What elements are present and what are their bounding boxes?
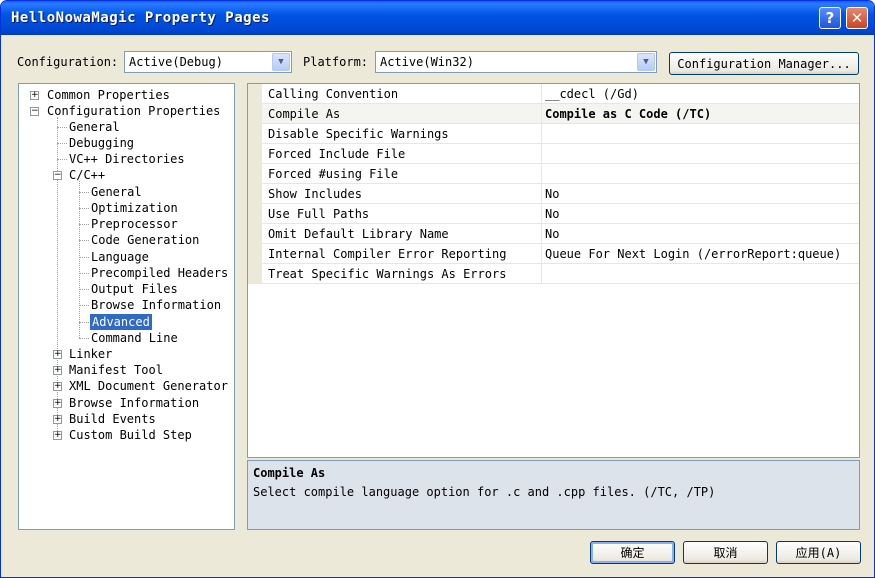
property-value[interactable]: No <box>545 207 559 221</box>
configuration-value: Active(Debug) <box>129 55 223 69</box>
tree-item-debugging[interactable]: Debugging <box>69 135 134 151</box>
close-button[interactable]: ✕ <box>846 7 868 29</box>
ok-button[interactable]: 确定 <box>590 541 675 564</box>
property-name: Disable Specific Warnings <box>268 127 449 141</box>
chevron-down-icon[interactable]: ▼ <box>637 53 655 71</box>
property-grid[interactable]: Calling Convention __cdecl (/Gd) Compile… <box>247 83 860 458</box>
property-row[interactable]: Calling Convention __cdecl (/Gd) <box>248 84 859 104</box>
tree-item-configuration-properties[interactable]: Configuration Properties <box>47 103 220 119</box>
tree-connector <box>79 305 89 306</box>
property-pages-window: HelloNowaMagic Property Pages ? ✕ Config… <box>0 0 875 578</box>
help-button[interactable]: ? <box>819 7 841 29</box>
property-tree[interactable]: + Common Properties − Configuration Prop… <box>18 83 235 530</box>
expand-plus-icon[interactable]: + <box>53 366 62 375</box>
tree-item-general[interactable]: General <box>69 119 120 135</box>
tree-item-xml-document-generator[interactable]: XML Document Generator <box>69 378 228 394</box>
tree-item-command-line[interactable]: Command Line <box>91 330 178 346</box>
expand-plus-icon[interactable]: + <box>53 350 62 359</box>
tree-item-common-properties[interactable]: Common Properties <box>47 87 170 103</box>
expand-plus-icon[interactable]: + <box>53 399 62 408</box>
platform-label: Platform: <box>303 55 369 69</box>
title-bar[interactable]: HelloNowaMagic Property Pages ? ✕ <box>1 1 874 35</box>
description-panel: Compile As Select compile language optio… <box>247 460 860 530</box>
tree-item-advanced[interactable]: Advanced <box>90 314 152 330</box>
collapse-minus-icon[interactable]: − <box>30 107 39 116</box>
tree-item-language[interactable]: Language <box>91 249 149 265</box>
property-row-selected[interactable]: Compile As Compile as C Code (/TC) <box>248 104 859 124</box>
collapse-minus-icon[interactable]: − <box>53 171 62 180</box>
tree-connector <box>57 159 67 160</box>
expand-plus-icon[interactable]: + <box>53 431 62 440</box>
apply-button[interactable]: 应用(A) <box>776 541 861 564</box>
window-title: HelloNowaMagic Property Pages <box>11 10 270 26</box>
tree-item-output-files[interactable]: Output Files <box>91 281 178 297</box>
tree-connector <box>79 224 89 225</box>
question-icon: ? <box>825 9 835 27</box>
tree-item-vc-directories[interactable]: VC++ Directories <box>69 151 185 167</box>
tree-connector <box>79 338 89 339</box>
tree-connector <box>79 192 89 193</box>
property-value[interactable]: Queue For Next Login (/errorReport:queue… <box>545 247 841 261</box>
property-row[interactable]: Forced #using File <box>248 164 859 184</box>
property-name: Omit Default Library Name <box>268 227 449 241</box>
property-value[interactable]: Compile as C Code (/TC) <box>545 107 711 121</box>
tree-connector <box>57 127 67 128</box>
tree-item-optimization[interactable]: Optimization <box>91 200 178 216</box>
property-row[interactable]: Forced Include File <box>248 144 859 164</box>
tree-item-browse-information[interactable]: Browse Information <box>69 395 199 411</box>
property-row[interactable]: Internal Compiler Error Reporting Queue … <box>248 244 859 264</box>
configuration-manager-button[interactable]: Configuration Manager... <box>669 52 859 75</box>
tree-item-preprocessor[interactable]: Preprocessor <box>91 216 178 232</box>
tree-connector <box>79 273 89 274</box>
tree-item-build-events[interactable]: Build Events <box>69 411 156 427</box>
property-name: Forced Include File <box>268 147 406 161</box>
tree-item-custom-build-step[interactable]: Custom Build Step <box>69 427 192 443</box>
tree-item-cpp[interactable]: C/C++ <box>69 167 105 183</box>
platform-value: Active(Win32) <box>380 55 474 69</box>
tree-item-manifest-tool[interactable]: Manifest Tool <box>69 362 163 378</box>
tree-connector <box>79 181 80 338</box>
tree-connector <box>79 240 89 241</box>
property-row[interactable]: Use Full Paths No <box>248 204 859 224</box>
property-name: Show Includes <box>268 187 362 201</box>
expand-plus-icon[interactable]: + <box>30 91 39 100</box>
property-row[interactable]: Omit Default Library Name No <box>248 224 859 244</box>
tree-item-linker[interactable]: Linker <box>69 346 112 362</box>
tree-connector <box>79 208 89 209</box>
tree-connector <box>79 289 89 290</box>
property-name: Use Full Paths <box>268 207 370 221</box>
property-name: Internal Compiler Error Reporting <box>268 247 507 261</box>
property-name: Forced #using File <box>268 167 399 181</box>
expand-plus-icon[interactable]: + <box>53 415 62 424</box>
property-row[interactable]: Show Includes No <box>248 184 859 204</box>
property-value[interactable]: __cdecl (/Gd) <box>545 87 639 101</box>
configuration-label: Configuration: <box>17 55 119 69</box>
tree-connector <box>79 257 89 258</box>
property-value[interactable]: No <box>545 187 559 201</box>
platform-select[interactable]: Active(Win32) ▼ <box>375 51 657 73</box>
property-row[interactable]: Treat Specific Warnings As Errors <box>248 264 859 284</box>
description-text: Select compile language option for .c an… <box>253 485 716 499</box>
property-name: Compile As <box>268 107 341 121</box>
property-value[interactable]: No <box>545 227 559 241</box>
tree-item-cpp-general[interactable]: General <box>91 184 142 200</box>
tree-connector <box>79 322 89 323</box>
property-row[interactable]: Disable Specific Warnings <box>248 124 859 144</box>
tree-connector <box>57 143 67 144</box>
description-title: Compile As <box>253 466 326 480</box>
tree-item-precompiled-headers[interactable]: Precompiled Headers <box>91 265 228 281</box>
tree-item-cpp-browse-information[interactable]: Browse Information <box>91 297 221 313</box>
close-icon: ✕ <box>850 9 864 27</box>
tree-item-code-generation[interactable]: Code Generation <box>91 232 199 248</box>
expand-plus-icon[interactable]: + <box>53 382 62 391</box>
property-name: Calling Convention <box>268 87 399 101</box>
cancel-button[interactable]: 取消 <box>683 541 768 564</box>
chevron-down-icon[interactable]: ▼ <box>272 53 290 71</box>
configuration-select[interactable]: Active(Debug) ▼ <box>124 51 292 73</box>
property-name: Treat Specific Warnings As Errors <box>268 267 507 281</box>
